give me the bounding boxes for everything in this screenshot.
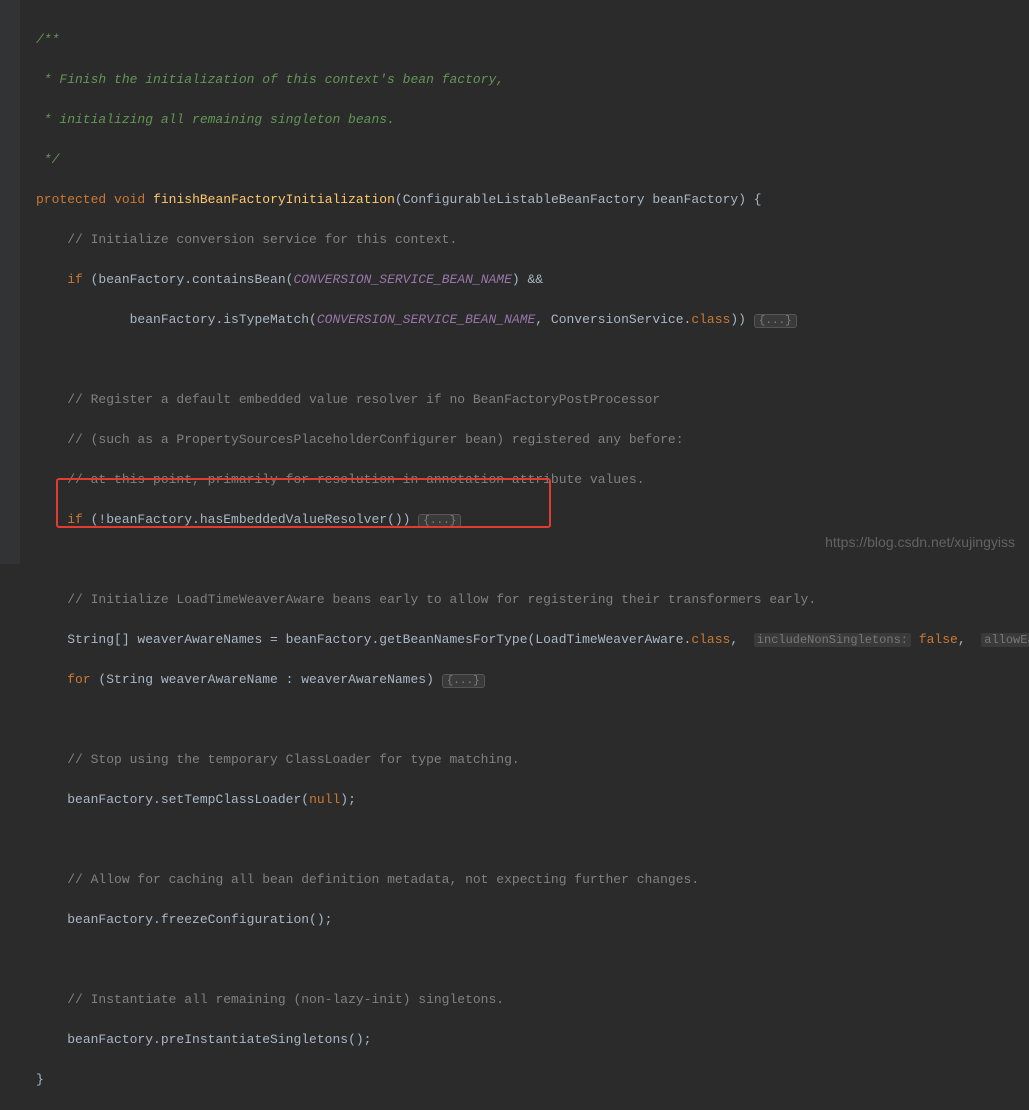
code-text: beanFactory.setTempClassLoader( [67,792,309,807]
doc-comment-line: */ [36,152,59,167]
spacer [911,632,919,647]
param-hint: allowEag [981,633,1029,647]
code-text: ) && [512,272,543,287]
code-text: , ConversionService. [535,312,691,327]
keyword-class: class [691,312,730,327]
keyword-if: if [67,512,83,527]
line-comment: // Initialize LoadTimeWeaverAware beans … [67,592,816,607]
keyword-if: if [67,272,83,287]
param-type: ConfigurableListableBeanFactory [403,192,645,207]
constant-ref: CONVERSION_SERVICE_BEAN_NAME [317,312,535,327]
line-comment: // Initialize conversion service for thi… [67,232,457,247]
doc-comment-line: * initializing all remaining singleton b… [36,112,395,127]
gutter-bar [0,0,20,564]
line-comment: // Register a default embedded value res… [67,392,660,407]
code-text: , [958,632,974,647]
line-comment: // at this point, primarily for resoluti… [67,472,644,487]
keyword-protected: protected [36,192,106,207]
paren: ) [738,192,746,207]
line-comment: // (such as a PropertySourcesPlaceholder… [67,432,683,447]
brace-open: { [746,192,762,207]
keyword-void: void [114,192,145,207]
code-text: (!beanFactory.hasEmbeddedValueResolver()… [83,512,418,527]
watermark-text: https://blog.csdn.net/xujingyiss [825,532,1015,552]
brace-close: } [36,1072,44,1087]
code-text: )) [730,312,753,327]
keyword-false: false [919,632,958,647]
line-comment: // Instantiate all remaining (non-lazy-i… [67,992,504,1007]
constant-ref: CONVERSION_SERVICE_BEAN_NAME [293,272,511,287]
code-text: ); [340,792,356,807]
doc-comment-line: * Finish the initialization of this cont… [36,72,504,87]
code-text: beanFactory.isTypeMatch( [67,312,317,327]
param-hint: includeNonSingletons: [754,633,911,647]
code-text: String[] weaverAwareNames = beanFactory.… [67,632,691,647]
code-text: (beanFactory.containsBean( [83,272,294,287]
folded-region[interactable]: {...} [418,514,461,528]
folded-region[interactable]: {...} [442,674,485,688]
paren: ( [395,192,403,207]
method-name: finishBeanFactoryInitialization [153,192,395,207]
code-text: beanFactory.preInstantiateSingletons(); [67,1032,371,1047]
code-text: beanFactory.freezeConfiguration(); [67,912,332,927]
line-comment: // Stop using the temporary ClassLoader … [67,752,519,767]
keyword-for: for [67,672,90,687]
code-text: , [730,632,746,647]
line-comment: // Allow for caching all bean definition… [67,872,699,887]
code-text: (String weaverAwareName : weaverAwareNam… [91,672,442,687]
folded-region[interactable]: {...} [754,314,797,328]
doc-comment-line: /** [36,32,59,47]
keyword-null: null [309,792,340,807]
code-editor: /** * Finish the initialization of this … [0,10,1029,1110]
param-name: beanFactory [645,192,739,207]
keyword-class: class [691,632,730,647]
